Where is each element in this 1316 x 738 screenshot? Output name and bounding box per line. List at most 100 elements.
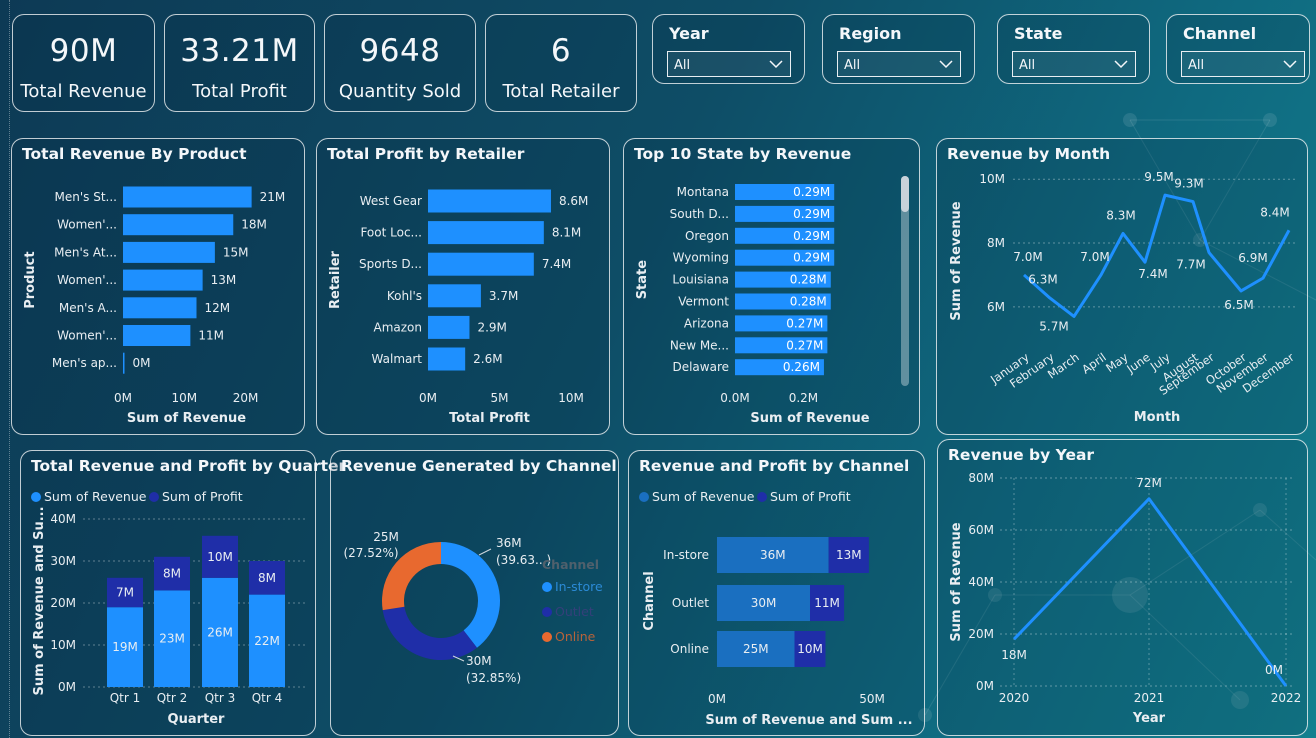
bar bbox=[428, 221, 544, 245]
y-axis-title: Product bbox=[23, 251, 38, 308]
kpi-label: Total Retailer bbox=[502, 81, 620, 102]
data-label: 8.6M bbox=[559, 194, 588, 208]
x-tick-label: 5M bbox=[491, 391, 509, 405]
bar bbox=[428, 189, 551, 213]
kpi-card-quantity-sold: 9648 Quantity Sold bbox=[324, 14, 476, 112]
slicer-title: Year bbox=[669, 24, 709, 43]
data-label: 7.0M bbox=[1013, 250, 1042, 264]
x-tick-label: 0M bbox=[114, 391, 132, 405]
slicer-channel: Channel All bbox=[1166, 14, 1310, 84]
data-label: 0.26M bbox=[783, 360, 820, 374]
slicer-state: State All bbox=[997, 14, 1150, 84]
data-label: 25M bbox=[743, 642, 769, 656]
slicer-title: Region bbox=[839, 24, 902, 43]
y-tick-label: 0M bbox=[976, 679, 994, 693]
chart-profit-by-retailer: Total Profit by Retailer West Gear 8.6M Fo… bbox=[316, 138, 610, 435]
slicer-dropdown-state[interactable]: All bbox=[1012, 51, 1136, 77]
slicer-year: Year All bbox=[652, 14, 805, 84]
kpi-label: Total Revenue bbox=[20, 81, 147, 102]
scrollbar-thumb[interactable] bbox=[901, 176, 909, 212]
x-tick-label: 0.2M bbox=[789, 391, 818, 405]
data-label: 15M bbox=[223, 245, 249, 259]
bar bbox=[123, 297, 197, 319]
slicer-title: Channel bbox=[1183, 24, 1257, 43]
x-tick-label: 20M bbox=[233, 391, 259, 405]
kpi-label: Total Profit bbox=[192, 81, 287, 102]
data-label: 0.29M bbox=[793, 251, 830, 265]
y-axis-title: Retailer bbox=[328, 250, 343, 309]
category-label: Wyoming bbox=[673, 251, 729, 265]
donut-slice bbox=[382, 606, 477, 660]
data-label: 7M bbox=[116, 586, 134, 600]
data-label: 12M bbox=[205, 301, 231, 315]
category-label: Sports D... bbox=[359, 257, 422, 271]
bar bbox=[123, 186, 252, 208]
revenue-by-product-plot: Men's St... 21M Women'... 18M Men's At... 15M… bbox=[23, 186, 285, 426]
slicer-dropdown-region[interactable]: All bbox=[837, 51, 961, 77]
profit-by-retailer-plot: West Gear 8.6M Foot Loc... 8.1M Sports D... 7… bbox=[328, 189, 588, 426]
category-label: In-store bbox=[663, 548, 709, 562]
data-label: 2.6M bbox=[473, 352, 502, 366]
category-label: Men's St... bbox=[55, 190, 117, 204]
x-tick-label: 0.0M bbox=[720, 391, 749, 405]
category-label: Montana bbox=[677, 185, 729, 199]
x-axis-title: Total Profit bbox=[449, 411, 530, 426]
data-label: 26M bbox=[207, 625, 233, 639]
data-label: 18M bbox=[241, 218, 267, 232]
data-label: 8M bbox=[163, 567, 181, 581]
x-tick-label: Qtr 1 bbox=[110, 691, 141, 705]
y-tick-label: 40M bbox=[968, 575, 994, 589]
data-label: 11M bbox=[198, 329, 224, 343]
category-label: Kohl's bbox=[387, 289, 422, 303]
y-axis-title: Sum of Revenue and Su... bbox=[32, 506, 47, 695]
slicer-region: Region All bbox=[822, 14, 975, 84]
y-axis-title: State bbox=[635, 260, 650, 300]
data-label: 7.0M bbox=[1080, 250, 1109, 264]
slicer-value: All bbox=[1188, 58, 1205, 73]
category-label: Outlet bbox=[672, 596, 709, 610]
bar bbox=[428, 284, 481, 308]
page-divider-line bbox=[9, 0, 10, 738]
x-tick-label: Qtr 3 bbox=[205, 691, 236, 705]
kpi-label: Quantity Sold bbox=[338, 81, 462, 102]
category-label: Women'... bbox=[57, 218, 117, 232]
category-label: Women'... bbox=[57, 329, 117, 343]
legend-label: In-store bbox=[555, 579, 603, 594]
data-label: 0M bbox=[133, 356, 151, 370]
data-label: 11M bbox=[814, 596, 840, 610]
data-label: 7.7M bbox=[1176, 258, 1205, 272]
chart-revenue-profit-quarter: Total Revenue and Profit by Quarter Sum … bbox=[20, 450, 346, 736]
data-label: 0.29M bbox=[793, 229, 830, 243]
legend-marker bbox=[542, 582, 552, 592]
category-label: Foot Loc... bbox=[360, 226, 422, 240]
data-label: 10M bbox=[207, 550, 233, 564]
revenue-by-channel-donut: 36M(39.63...)30M(32.85%)25M(27.52%)Chann… bbox=[343, 530, 603, 685]
y-axis-title: Channel bbox=[642, 571, 657, 630]
x-tick-label: Qtr 4 bbox=[252, 691, 283, 705]
category-label: Women'... bbox=[57, 273, 117, 287]
data-label: 8M bbox=[258, 571, 276, 585]
category-label: West Gear bbox=[360, 194, 422, 208]
x-axis-title: Quarter bbox=[168, 712, 226, 727]
legend-label: Outlet bbox=[555, 604, 594, 619]
data-label: 36M bbox=[760, 548, 786, 562]
data-label: 30M bbox=[751, 596, 777, 610]
bar bbox=[123, 241, 215, 263]
y-tick-label: 20M bbox=[50, 596, 76, 610]
data-label: 6.3M bbox=[1028, 272, 1057, 286]
legend-label: Sum of Revenue bbox=[44, 489, 147, 504]
bar bbox=[123, 352, 125, 374]
data-label: 72M bbox=[1136, 476, 1162, 490]
category-label: South D... bbox=[670, 207, 729, 221]
slicer-dropdown-channel[interactable]: All bbox=[1181, 51, 1305, 77]
bar bbox=[123, 325, 191, 346]
slicer-dropdown-year[interactable]: All bbox=[667, 51, 791, 77]
data-label: 7.4M bbox=[1138, 267, 1167, 281]
category-label: Walmart bbox=[372, 352, 423, 366]
slice-value-label: 30M bbox=[466, 654, 492, 668]
category-label: New Me... bbox=[670, 338, 729, 352]
data-label: 0.29M bbox=[793, 185, 830, 199]
revenue-profit-channel-plot: Sum of Revenue Sum of Profit 36M 13M In-stor… bbox=[639, 489, 913, 728]
category-label: Vermont bbox=[678, 295, 729, 309]
scrollbar-track[interactable] bbox=[901, 176, 909, 386]
